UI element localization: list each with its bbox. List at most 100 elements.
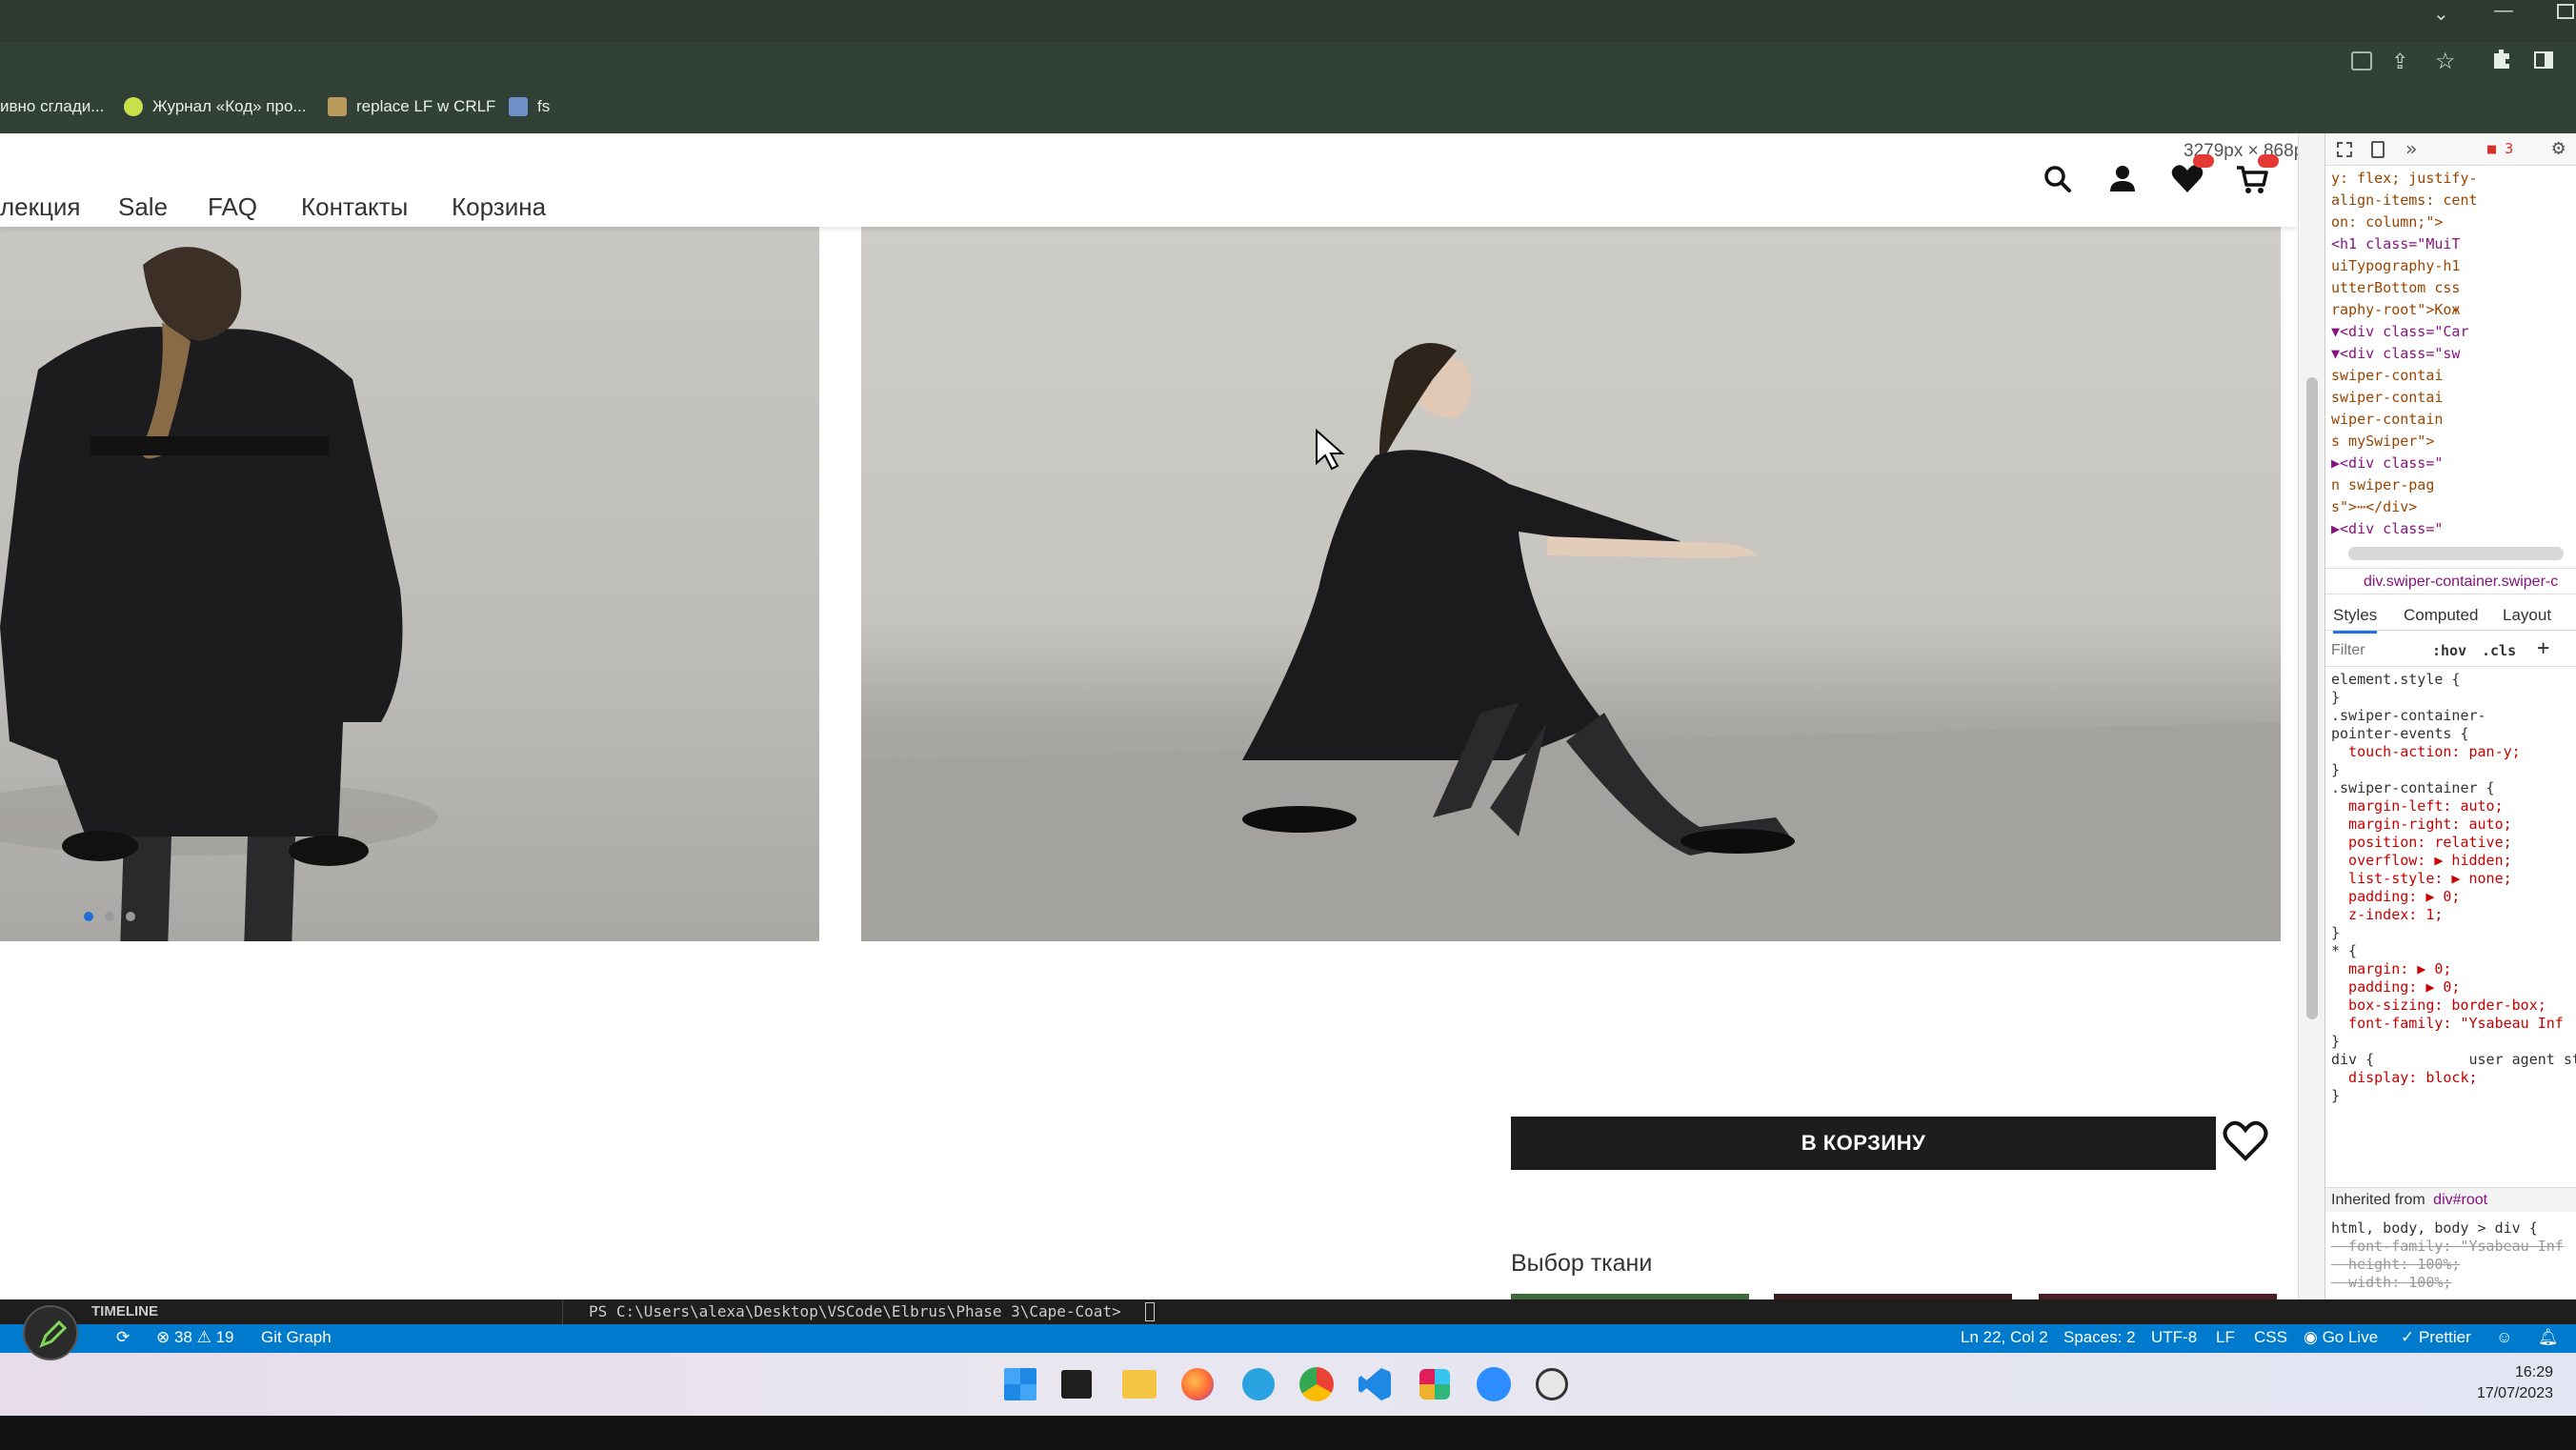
- code-line: z-index: 1;: [2331, 906, 2444, 923]
- tab-styles[interactable]: Styles: [2333, 606, 2378, 634]
- product-photo-slide-1[interactable]: [0, 227, 819, 941]
- slack-icon[interactable]: [1419, 1369, 1450, 1400]
- code-line: ▼<div class="Car: [2331, 323, 2469, 340]
- product-photo-slide-2[interactable]: [861, 227, 2281, 941]
- cursor-position[interactable]: Ln 22, Col 2: [1961, 1328, 2048, 1347]
- star-icon[interactable]: ☆: [2435, 48, 2456, 75]
- device-toolbar-icon[interactable]: [2371, 141, 2385, 158]
- maximize-icon[interactable]: [2557, 4, 2574, 19]
- minimize-icon[interactable]: —: [2494, 0, 2513, 22]
- favorites-count-badge: [2193, 154, 2214, 168]
- class-toggle[interactable]: .cls: [2482, 642, 2516, 659]
- nav-link-contacts[interactable]: Контакты: [301, 192, 408, 222]
- extensions-icon[interactable]: [2494, 50, 2509, 69]
- zoom-icon[interactable]: [1477, 1367, 1511, 1401]
- vscode-icon[interactable]: [1358, 1368, 1391, 1400]
- bookmark-item[interactable]: Журнал «Код» про...: [124, 97, 307, 116]
- steam-icon[interactable]: [1536, 1368, 1568, 1400]
- line-ending-setting[interactable]: LF: [2216, 1328, 2235, 1347]
- settings-gear-icon[interactable]: ⚙: [2552, 136, 2565, 160]
- page-scrollbar[interactable]: [2298, 133, 2324, 1299]
- problems-indicator[interactable]: ⊗ 38 ⚠ 19: [156, 1328, 234, 1347]
- chevron-down-icon[interactable]: ⌄: [2433, 2, 2449, 26]
- code-line: .swiper-container-: [2331, 707, 2486, 724]
- nav-link-cart[interactable]: Корзина: [452, 192, 546, 222]
- tab-computed[interactable]: Computed: [2404, 606, 2478, 625]
- encoding-setting[interactable]: UTF-8: [2151, 1328, 2197, 1347]
- code-line: }: [2331, 1087, 2341, 1104]
- code-line: font-family: "Ysabeau Inf: [2331, 1015, 2564, 1032]
- elements-horizontal-scrollbar[interactable]: [2348, 547, 2564, 560]
- devtools-style-tabs: Styles Computed Layout: [2325, 598, 2576, 634]
- user-icon[interactable]: [2103, 160, 2142, 198]
- terminal-icon[interactable]: [1061, 1370, 1092, 1399]
- code-line: margin-right: auto;: [2331, 816, 2512, 833]
- indentation-setting[interactable]: Spaces: 2: [2063, 1328, 2136, 1347]
- clock-time: 16:29: [2514, 1364, 2553, 1380]
- devtools-toolbar: » ■ 3 ⚙: [2325, 133, 2576, 166]
- more-panels-icon[interactable]: »: [2405, 137, 2417, 160]
- code-line: div { user agent sty: [2331, 1051, 2576, 1068]
- bookmarks-bar: ивно сглади... Журнал «Код» про... repla…: [0, 84, 2576, 133]
- code-line: <h1 class="MuiT: [2331, 235, 2461, 252]
- bookmark-item[interactable]: fs: [509, 97, 550, 116]
- firefox-icon[interactable]: [1181, 1368, 1214, 1400]
- code-line: html, body, body > div {: [2331, 1219, 2538, 1237]
- timeline-section-label[interactable]: TIMELINE: [91, 1303, 158, 1319]
- code-line: uiTypography-h1: [2331, 257, 2461, 274]
- telegram-icon[interactable]: [1242, 1368, 1275, 1400]
- nav-link-sale[interactable]: Sale: [118, 192, 168, 222]
- bookmark-item[interactable]: replace LF w CRLF: [328, 97, 495, 116]
- search-icon[interactable]: [2039, 160, 2077, 198]
- terminal-prompt[interactable]: PS C:\Users\alexa\Desktop\VSCode\Elbrus\…: [589, 1302, 1121, 1320]
- prettier-button[interactable]: ✓ Prettier: [2401, 1328, 2471, 1347]
- code-line: height: 100%;: [2331, 1256, 2461, 1273]
- feedback-icon[interactable]: ☺: [2496, 1328, 2512, 1347]
- code-line: align-items: cent: [2331, 191, 2478, 209]
- slider-dot[interactable]: [105, 912, 114, 921]
- file-explorer-icon[interactable]: [1122, 1370, 1157, 1399]
- styles-filter-input[interactable]: [2331, 640, 2426, 661]
- model-back-view-image: [0, 247, 438, 941]
- add-to-favorites-icon[interactable]: [2222, 1118, 2269, 1164]
- pen-tool-button[interactable]: [23, 1305, 78, 1360]
- code-line: list-style: ▶ none;: [2331, 870, 2512, 887]
- code-line: element.style {: [2331, 671, 2461, 688]
- terminal-cursor: [1145, 1302, 1155, 1321]
- bookmark-item[interactable]: ивно сглади...: [0, 97, 104, 116]
- language-mode[interactable]: CSS: [2254, 1328, 2287, 1347]
- add-style-rule-icon[interactable]: +: [2537, 636, 2549, 660]
- sidepanel-icon[interactable]: [2534, 51, 2553, 69]
- share-icon[interactable]: ⇪: [2391, 50, 2408, 74]
- dom-breadcrumb[interactable]: div.swiper-container.swiper-c: [2325, 568, 2576, 594]
- translate-icon[interactable]: [2351, 51, 2372, 70]
- browser-title-bar: ⌄ —: [0, 0, 2576, 42]
- hover-state-toggle[interactable]: :hov: [2432, 642, 2466, 659]
- taskbar-clock[interactable]: 16:29 17/07/2023: [2439, 1362, 2553, 1404]
- code-line: ▶<div class=": [2331, 520, 2444, 537]
- chrome-icon[interactable]: [1299, 1367, 1334, 1401]
- slider-dot[interactable]: [126, 912, 135, 921]
- page-scrollbar-thumb[interactable]: [2306, 377, 2318, 1019]
- sync-icon[interactable]: ⟳: [116, 1328, 130, 1347]
- code-line: touch-action: pan-y;: [2331, 743, 2521, 760]
- git-graph-button[interactable]: Git Graph: [261, 1328, 332, 1347]
- web-page: лекция Sale FAQ Контакты Корзина 3279px …: [0, 133, 2298, 1299]
- windows-start-icon[interactable]: [1004, 1368, 1036, 1400]
- code-line: box-sizing: border-box;: [2331, 997, 2546, 1014]
- add-to-cart-button[interactable]: В КОРЗИНУ: [1511, 1117, 2216, 1170]
- fabric-heading: Выбор ткани: [1511, 1250, 1653, 1277]
- clock-date: 17/07/2023: [2476, 1385, 2553, 1401]
- inspect-element-icon[interactable]: [2337, 142, 2352, 157]
- tab-layout[interactable]: Layout: [2503, 606, 2551, 625]
- notifications-bell-icon[interactable]: 🔔︎: [2538, 1328, 2559, 1347]
- screen-bottom-edge: [0, 1416, 2576, 1450]
- error-count-badge[interactable]: ■ 3: [2487, 140, 2513, 157]
- nav-link-faq[interactable]: FAQ: [208, 192, 257, 222]
- slider-dot-active[interactable]: [84, 912, 93, 921]
- go-live-button[interactable]: ◉ Go Live: [2304, 1328, 2378, 1347]
- code-line: }: [2331, 1033, 2341, 1050]
- nav-link-collection[interactable]: лекция: [0, 192, 81, 222]
- windows-taskbar: 16:29 17/07/2023: [0, 1353, 2576, 1416]
- code-line: padding: ▶ 0;: [2331, 888, 2461, 905]
